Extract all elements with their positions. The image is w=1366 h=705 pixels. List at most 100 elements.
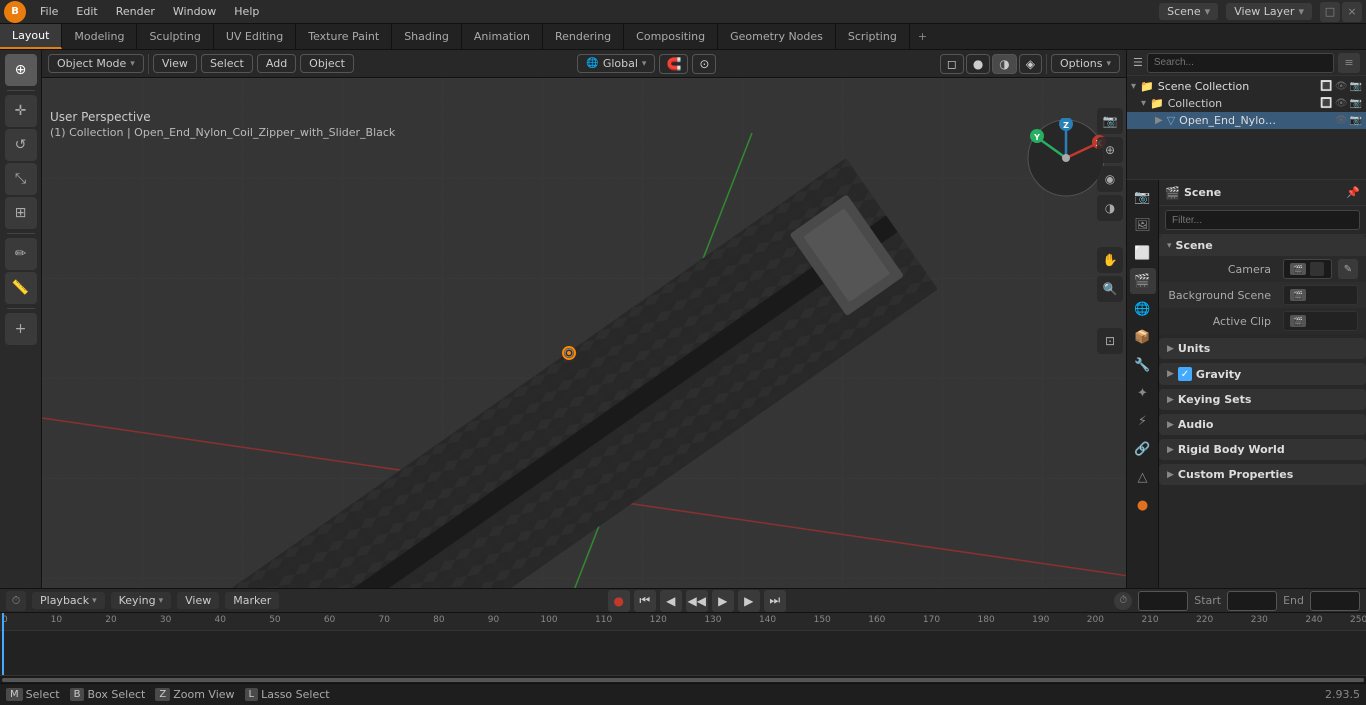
scale-tool[interactable]: ⤡	[5, 163, 37, 195]
object-row[interactable]: ▶ ▽ Open_End_Nylon_Coil_Zi 👁 📷	[1127, 112, 1366, 129]
rendered-btn[interactable]: ◈	[1019, 54, 1042, 74]
props-pin-btn[interactable]: 📌	[1346, 186, 1360, 199]
transform-selector[interactable]: 🌐 Global ▾	[577, 54, 655, 73]
cursor-tool[interactable]: ⊕	[5, 54, 37, 86]
tab-animation[interactable]: Animation	[462, 24, 543, 49]
transform-tool[interactable]: ⊞	[5, 197, 37, 229]
tab-rendering[interactable]: Rendering	[543, 24, 624, 49]
new-window-btn[interactable]: □	[1320, 2, 1340, 22]
render-props-btn[interactable]: 📷	[1130, 184, 1156, 210]
menu-render[interactable]: Render	[108, 2, 163, 22]
tab-geometry-nodes[interactable]: Geometry Nodes	[718, 24, 836, 49]
particles-props-btn[interactable]: ✦	[1130, 380, 1156, 406]
tab-texture-paint[interactable]: Texture Paint	[296, 24, 392, 49]
custom-properties-section-header[interactable]: ▶ Custom Properties	[1159, 464, 1366, 485]
tab-layout[interactable]: Layout	[0, 24, 62, 49]
outliner-filter-btn[interactable]: ≡	[1338, 53, 1360, 73]
object-mode-selector[interactable]: Object Mode ▾	[48, 54, 144, 73]
props-search-input[interactable]	[1165, 210, 1360, 230]
view-move-btn[interactable]: ✋	[1097, 247, 1123, 273]
material-preview-btn[interactable]: ◑	[992, 54, 1016, 74]
end-frame-input[interactable]: 250	[1310, 591, 1360, 611]
output-props-btn[interactable]: 🖼	[1130, 212, 1156, 238]
view-shading-btn[interactable]: ◑	[1097, 195, 1123, 221]
modifier-props-btn[interactable]: 🔧	[1130, 352, 1156, 378]
view-layer-props-btn[interactable]: ⬜	[1130, 240, 1156, 266]
object-props-btn[interactable]: 📦	[1130, 324, 1156, 350]
tab-uv-editing[interactable]: UV Editing	[214, 24, 296, 49]
tab-sculpting[interactable]: Sculpting	[137, 24, 213, 49]
gravity-checkbox[interactable]: ✓	[1178, 367, 1192, 381]
scene-collection-row[interactable]: ▾ 📁 Scene Collection 🔳 👁 📷	[1127, 78, 1366, 95]
constraints-props-btn[interactable]: 🔗	[1130, 436, 1156, 462]
view-zoom-btn[interactable]: 🔍	[1097, 276, 1123, 302]
menu-window[interactable]: Window	[165, 2, 224, 22]
viewport-view-menu[interactable]: View	[153, 54, 197, 73]
add-workspace-btn[interactable]: +	[910, 24, 935, 49]
background-scene-value[interactable]: 🎬	[1283, 285, 1358, 305]
timeline-editor-type-btn[interactable]: ⏱	[6, 591, 26, 611]
wireframe-btn[interactable]: ◻	[940, 54, 964, 74]
measure-tool[interactable]: 📏	[5, 272, 37, 304]
play-reverse-btn[interactable]: ◀◀	[686, 590, 708, 612]
units-section-header[interactable]: ▶ Units	[1159, 338, 1366, 359]
move-tool[interactable]: ✛	[5, 95, 37, 127]
jump-start-btn[interactable]: ⏮	[634, 590, 656, 612]
jump-end-btn[interactable]: ⏭	[764, 590, 786, 612]
proportional-btn[interactable]: ⊙	[692, 54, 716, 74]
scene-selector[interactable]: Scene ▾	[1159, 3, 1218, 20]
view-overlay-btn[interactable]: ◉	[1097, 166, 1123, 192]
timeline-track[interactable]: 0 10 20 30 40 50 60 70 80 90 100 110 120…	[0, 613, 1366, 675]
sync-btn[interactable]: ⏱	[1114, 592, 1132, 610]
start-frame-input[interactable]: 1	[1227, 591, 1277, 611]
add-tool[interactable]: +	[5, 313, 37, 345]
3d-viewport[interactable]: User Perspective (1) Collection | Open_E…	[42, 78, 1126, 588]
rigid-body-world-section-header[interactable]: ▶ Rigid Body World	[1159, 439, 1366, 460]
options-btn[interactable]: Options ▾	[1051, 54, 1120, 73]
tab-compositing[interactable]: Compositing	[624, 24, 718, 49]
camera-picker[interactable]	[1310, 262, 1324, 276]
menu-help[interactable]: Help	[226, 2, 267, 22]
viewport-select-menu[interactable]: Select	[201, 54, 253, 73]
current-frame-input[interactable]: 1	[1138, 591, 1188, 611]
camera-edit-btn[interactable]: ✎	[1338, 259, 1358, 279]
menu-edit[interactable]: Edit	[68, 2, 105, 22]
view-layer-selector[interactable]: View Layer ▾	[1226, 3, 1312, 20]
keying-btn[interactable]: Keying ▾	[111, 592, 171, 609]
playback-btn[interactable]: Playback ▾	[32, 592, 105, 609]
prev-frame-btn[interactable]: ◀	[660, 590, 682, 612]
outliner-search[interactable]	[1147, 53, 1334, 73]
viewport-add-menu[interactable]: Add	[257, 54, 296, 73]
world-props-btn[interactable]: 🌐	[1130, 296, 1156, 322]
view-camera-btn[interactable]: 📷	[1097, 108, 1123, 134]
viewport-object-menu[interactable]: Object	[300, 54, 354, 73]
tab-scripting[interactable]: Scripting	[836, 24, 910, 49]
keying-sets-section-header[interactable]: ▶ Keying Sets	[1159, 389, 1366, 410]
record-btn[interactable]: ●	[608, 590, 630, 612]
next-frame-btn[interactable]: ▶	[738, 590, 760, 612]
view-props-btn[interactable]: ⊡	[1097, 328, 1123, 354]
close-editor-btn[interactable]: ×	[1342, 2, 1362, 22]
timeline-scrollbar[interactable]	[0, 675, 1366, 683]
camera-value[interactable]: 🎬	[1283, 259, 1332, 279]
solid-btn[interactable]: ●	[966, 54, 990, 74]
rotate-tool[interactable]: ↺	[5, 129, 37, 161]
timeline-view-btn[interactable]: View	[177, 592, 219, 609]
data-props-btn[interactable]: △	[1130, 464, 1156, 490]
audio-section-header[interactable]: ▶ Audio	[1159, 414, 1366, 435]
collection-row[interactable]: ▾ 📁 Collection 🔳 👁 📷	[1127, 95, 1366, 112]
gravity-section-header[interactable]: ▶ ✓ Gravity	[1159, 363, 1366, 385]
menu-file[interactable]: File	[32, 2, 66, 22]
scene-section-header[interactable]: ▾ Scene	[1159, 235, 1366, 256]
scene-props-btn active[interactable]: 🎬	[1130, 268, 1156, 294]
physics-props-btn[interactable]: ⚡	[1130, 408, 1156, 434]
annotate-tool[interactable]: ✏	[5, 238, 37, 270]
play-btn[interactable]: ▶	[712, 590, 734, 612]
active-clip-value[interactable]: 🎬	[1283, 311, 1358, 331]
snap-btn[interactable]: 🧲	[659, 54, 688, 74]
view-gizmo-btn[interactable]: ⊕	[1097, 137, 1123, 163]
tab-modeling[interactable]: Modeling	[62, 24, 137, 49]
tab-shading[interactable]: Shading	[392, 24, 462, 49]
material-props-btn[interactable]: ●	[1130, 492, 1156, 518]
marker-btn[interactable]: Marker	[225, 592, 279, 609]
